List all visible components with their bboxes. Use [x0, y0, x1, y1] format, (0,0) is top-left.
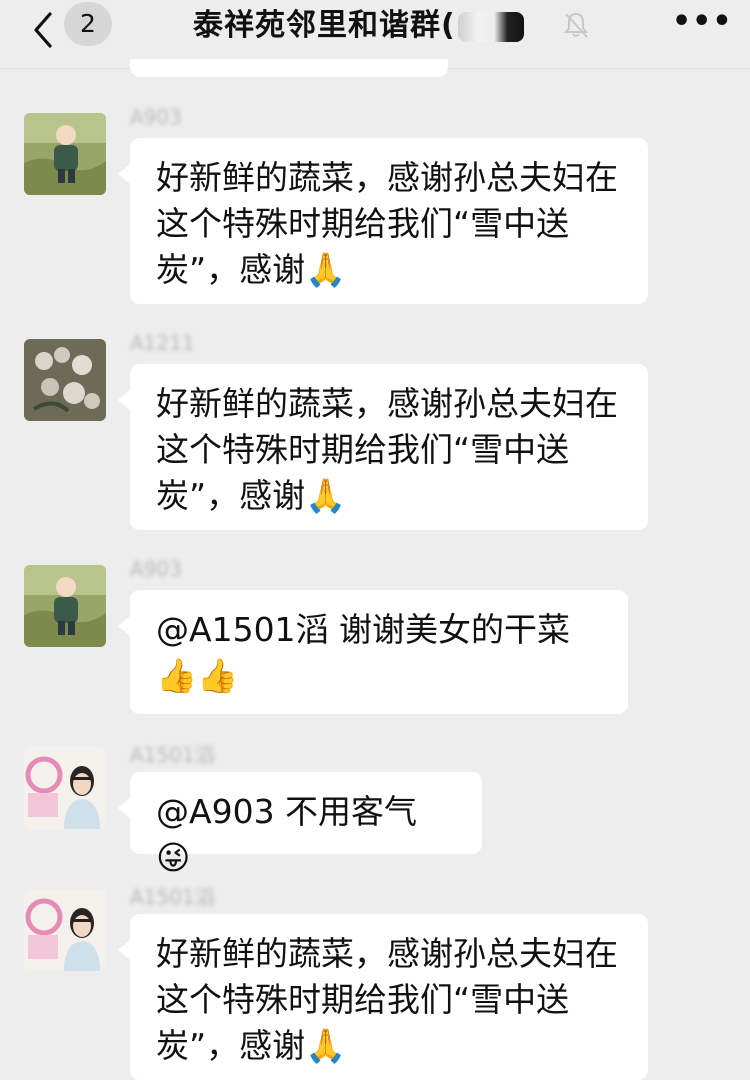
- avatar[interactable]: [24, 339, 106, 421]
- sender-name: A1501滔: [130, 885, 215, 909]
- message-list[interactable]: A903 好新鲜的蔬菜，感谢孙总夫妇在这个特殊时期给我们“雪中送炭”，感谢🙏 A…: [0, 59, 750, 1080]
- avatar[interactable]: [24, 889, 106, 971]
- message-bubble[interactable]: 好新鲜的蔬菜，感谢孙总夫妇在这个特殊时期给我们“雪中送炭”，感谢🙏: [118, 364, 648, 530]
- back-button[interactable]: [26, 8, 66, 48]
- thumbs-up-emoji-icon: 👍👍: [156, 656, 239, 695]
- mute-bell-icon: [561, 10, 591, 40]
- winking-tongue-emoji-icon: 😜: [156, 838, 191, 877]
- message-bubble[interactable]: @A903 不用客气 😜: [118, 772, 482, 877]
- message-bubble[interactable]: @A1501滔 谢谢美女的干菜 👍👍: [118, 590, 628, 714]
- message-text: 好新鲜的蔬菜，感谢孙总夫妇在这个特殊时期给我们“雪中送炭”，感谢: [156, 158, 618, 289]
- sender-name: A903: [130, 557, 182, 581]
- avatar[interactable]: [24, 113, 106, 195]
- sender-name: A903: [130, 105, 182, 129]
- message-text: 好新鲜的蔬菜，感谢孙总夫妇在这个特殊时期给我们“雪中送炭”，感谢: [156, 384, 618, 515]
- redacted-member-count: [457, 11, 524, 42]
- message-text: 好新鲜的蔬菜，感谢孙总夫妇在这个特殊时期给我们“雪中送炭”，感谢: [156, 934, 618, 1065]
- previous-message-bubble: [130, 59, 448, 77]
- chat-title-text: 泰祥苑邻里和谐群(: [193, 8, 456, 43]
- sender-name: A1501滔: [130, 743, 215, 767]
- more-options-button[interactable]: •••: [672, 2, 732, 46]
- pray-emoji-icon: 🙏: [305, 250, 347, 289]
- message-bubble[interactable]: 好新鲜的蔬菜，感谢孙总夫妇在这个特殊时期给我们“雪中送炭”，感谢🙏: [118, 914, 648, 1080]
- avatar[interactable]: [24, 747, 106, 829]
- pray-emoji-icon: 🙏: [305, 1026, 347, 1065]
- sender-name: A1211: [130, 331, 195, 355]
- message-text: @A903 不用客气: [156, 792, 418, 831]
- message-bubble[interactable]: 好新鲜的蔬菜，感谢孙总夫妇在这个特殊时期给我们“雪中送炭”，感谢🙏: [118, 138, 648, 304]
- avatar[interactable]: [24, 565, 106, 647]
- chevron-left-icon: [34, 12, 52, 48]
- message-text: @A1501滔 谢谢美女的干菜: [156, 610, 571, 649]
- chat-title: 泰祥苑邻里和谐群(: [193, 4, 524, 48]
- pray-emoji-icon: 🙏: [305, 476, 347, 515]
- unread-count-badge[interactable]: 2: [64, 2, 112, 46]
